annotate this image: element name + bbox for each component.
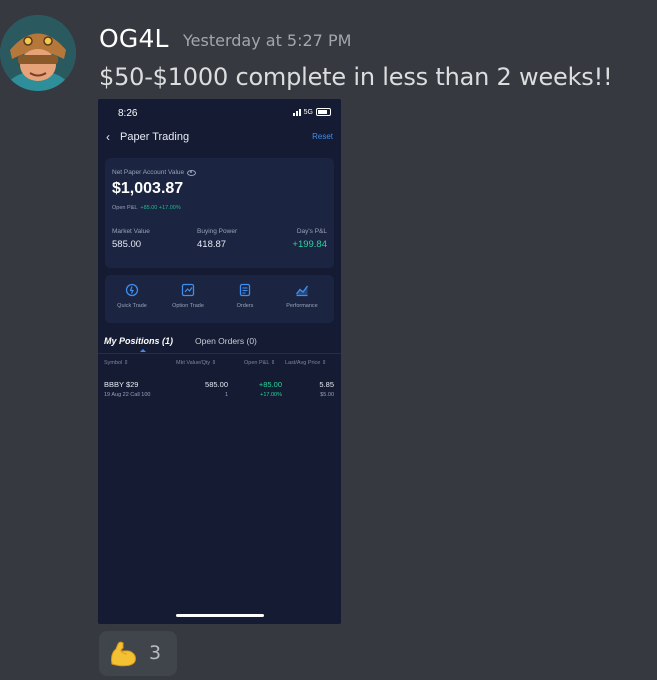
- account-value-label: Net Paper Account Value: [112, 169, 197, 176]
- action-bar: Quick Trade Option Trade Orders Performa…: [105, 275, 334, 323]
- tab-open-orders: Open Orders (0): [195, 336, 257, 346]
- orders-label: Orders: [236, 303, 254, 309]
- open-pnl-label: Open P&L: [112, 205, 138, 211]
- active-tab-indicator: [140, 349, 146, 352]
- reaction-count: 3: [149, 642, 162, 664]
- column-header-symbol: Symbol ⇕: [104, 360, 129, 366]
- performance-action: Performance: [277, 283, 327, 309]
- quick-trade-label: Quick Trade: [117, 303, 147, 309]
- image-attachment[interactable]: 8:26 5G ‹ Paper Trading Reset Net Paper …: [98, 99, 341, 624]
- home-indicator: [176, 614, 264, 617]
- position-open-pnl-pct: +17.00%: [260, 392, 282, 398]
- days-pnl: +199.84: [292, 239, 327, 250]
- message-text: $50-$1000 complete in less than 2 weeks!…: [99, 63, 613, 91]
- battery-icon: [316, 108, 331, 116]
- account-value: $1,003.87: [112, 180, 184, 197]
- column-header-mkt-value: Mkt Value/Qty ⇕: [176, 360, 217, 366]
- buying-power: 418.87: [197, 239, 227, 250]
- quick-trade-icon: [125, 283, 139, 297]
- orders-action: Orders: [220, 283, 270, 309]
- performance-icon: [295, 285, 309, 297]
- position-last-price: 5.85: [319, 380, 334, 389]
- avatar-image: [0, 15, 76, 91]
- avatar[interactable]: [0, 15, 76, 91]
- tab-my-positions: My Positions (1): [104, 336, 174, 346]
- buying-power-label: Buying Power: [197, 228, 238, 235]
- network-label: 5G: [303, 108, 313, 116]
- option-trade-label: Option Trade: [172, 303, 204, 309]
- eye-icon: [187, 169, 197, 176]
- position-mkt-value: 585.00: [205, 380, 228, 389]
- market-value-label: Market Value: [112, 228, 150, 235]
- divider: [98, 353, 341, 354]
- column-header-last-avg: Last/Avg Price ⇕: [285, 360, 327, 366]
- quick-trade-action: Quick Trade: [107, 283, 157, 309]
- option-trade-icon: [181, 283, 195, 297]
- position-symbol: BBBY $29: [104, 380, 139, 389]
- column-header-open-pnl: Open P&L ⇕: [244, 360, 276, 366]
- position-open-pnl: +85.00: [258, 380, 282, 389]
- reset-button: Reset: [312, 132, 333, 141]
- open-pnl-row: Open P&L +85.00 +17.00%: [112, 205, 181, 211]
- flexed-biceps-emoji: [111, 641, 136, 667]
- open-pnl-value: +85.00 +17.00%: [140, 205, 181, 211]
- orders-icon: [239, 283, 251, 297]
- reaction-button[interactable]: 3: [99, 631, 177, 676]
- page-title: Paper Trading: [120, 131, 190, 143]
- option-trade-action: Option Trade: [163, 283, 213, 309]
- message-timestamp: Yesterday at 5:27 PM: [183, 31, 352, 50]
- account-value-label-text: Net Paper Account Value: [112, 169, 185, 176]
- status-indicators: 5G: [292, 108, 331, 116]
- chevron-left-icon: ‹: [106, 130, 110, 144]
- position-avg-price: $5.00: [320, 392, 334, 398]
- position-qty: 1: [224, 392, 228, 398]
- position-detail: 19 Aug 22 Call 100: [104, 392, 151, 398]
- signal-icon: [292, 108, 301, 116]
- market-value: 585.00: [112, 239, 142, 250]
- performance-label: Performance: [286, 303, 318, 309]
- status-time: 8:26: [118, 108, 138, 119]
- days-pnl-label: Day's P&L: [296, 228, 327, 235]
- account-card: Net Paper Account Value $1,003.87 Open P…: [105, 158, 334, 268]
- username[interactable]: OG4L: [99, 24, 169, 53]
